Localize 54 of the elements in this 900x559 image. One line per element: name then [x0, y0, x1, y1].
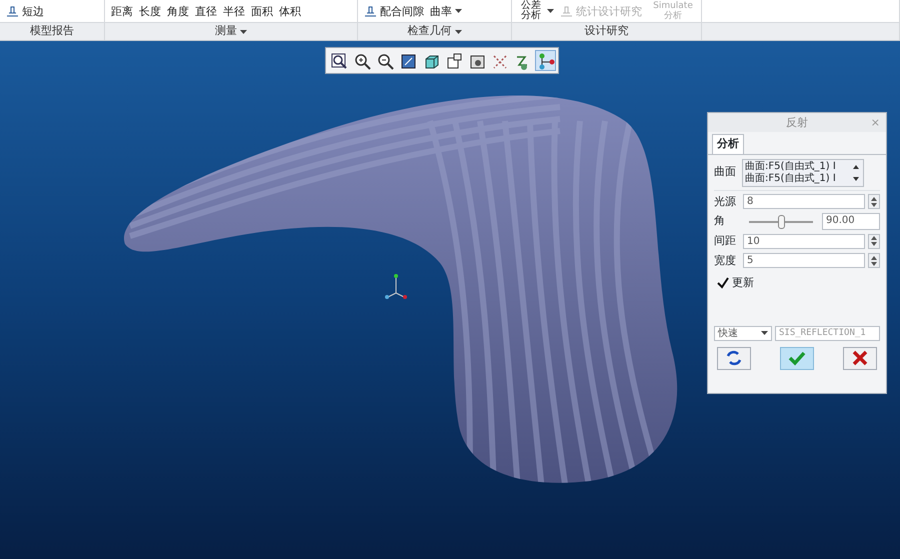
list-item[interactable]: 曲面:F5(自由式_1) I — [745, 172, 851, 184]
field-label: 光源 — [714, 194, 737, 210]
view-tool-button[interactable] — [535, 50, 556, 71]
input-field[interactable]: 10 — [743, 234, 865, 249]
list-item[interactable]: 曲面:F5(自由式_1) I — [745, 160, 851, 172]
ribbon-button[interactable]: 短边 — [6, 5, 44, 17]
ribbon-button[interactable]: 公差分析 — [518, 1, 554, 21]
caret-icon — [761, 331, 768, 335]
group-label: 设计研究 — [584, 23, 628, 40]
repeat-button[interactable] — [717, 346, 751, 370]
caret-icon — [547, 9, 554, 13]
spinner-button[interactable] — [868, 194, 880, 210]
cross-icon — [850, 348, 870, 368]
field-label: 间距 — [714, 233, 737, 249]
zoom-out-icon — [376, 52, 394, 70]
dialog-title: 反射 — [786, 116, 808, 129]
ribbon-button[interactable]: 曲率 — [430, 6, 462, 16]
tool-icon — [6, 5, 19, 17]
ribbon-button[interactable]: 体积 — [279, 6, 301, 16]
group-label: 模型报告 — [30, 23, 74, 40]
ribbon-button[interactable]: 距离 — [111, 6, 133, 16]
axis-triad-icon — [385, 274, 407, 299]
slider-thumb[interactable] — [778, 214, 785, 228]
input-field[interactable]: 5 — [743, 253, 865, 268]
ribbon-button[interactable]: 半径 — [223, 6, 245, 16]
tool-icon — [560, 5, 573, 17]
zoom-fit-icon — [330, 52, 348, 70]
checkbox[interactable] — [717, 277, 729, 290]
tool-icon — [364, 5, 377, 17]
ok-button[interactable] — [780, 346, 814, 370]
ribbon-button[interactable]: 配合间隙 — [364, 5, 424, 17]
dropdown[interactable]: 快速 — [714, 326, 772, 340]
field-label: 角 — [714, 213, 726, 230]
surface-list[interactable]: 曲面:F5(自由式_1) I 曲面:F5(自由式_1) I — [742, 158, 864, 186]
caret-icon — [240, 30, 247, 34]
spinner-button[interactable] — [868, 253, 880, 268]
spinner-button[interactable] — [868, 234, 880, 249]
cancel-button[interactable] — [843, 346, 877, 370]
input-field[interactable]: 90.00 — [822, 213, 880, 230]
ribbon-button[interactable]: 面积 — [251, 6, 273, 16]
caret-icon — [455, 9, 462, 13]
field-label: 宽度 — [714, 252, 737, 268]
checkbox-label: 更新 — [732, 275, 754, 291]
group-menu[interactable]: 测量 — [215, 23, 247, 40]
ribbon-button[interactable]: 直径 — [195, 6, 217, 16]
zoom-in-icon — [352, 52, 370, 70]
field-label: 曲面 — [714, 164, 736, 180]
group-menu[interactable]: 检查几何 — [408, 23, 462, 40]
ribbon-button[interactable]: 角度 — [167, 6, 189, 16]
ribbon-button[interactable]: 长度 — [139, 6, 161, 16]
arrows-icon — [724, 348, 744, 368]
caret-icon — [454, 30, 462, 34]
input-field[interactable]: 8 — [743, 194, 865, 210]
tab[interactable]: 分析 — [712, 134, 744, 154]
